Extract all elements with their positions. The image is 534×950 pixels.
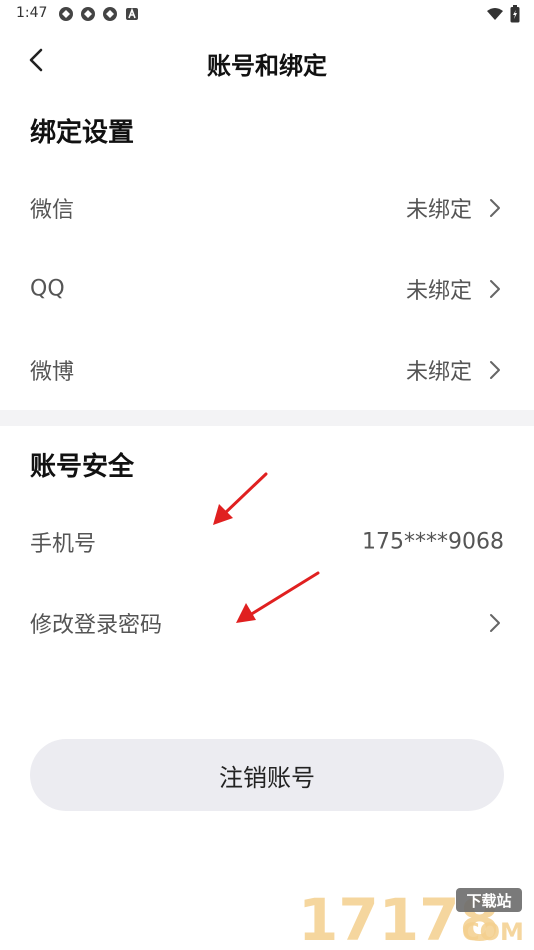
watermark-tag: 下载站	[466, 892, 511, 910]
wifi-icon	[487, 8, 503, 20]
binding-row-weibo[interactable]: 微博 未绑定	[0, 330, 534, 410]
watermark-logo: 17178 下载站 COM	[298, 886, 524, 946]
watermark-suffix: COM	[462, 918, 524, 946]
status-bar: 1:47	[0, 0, 534, 28]
status-time: 1:47	[16, 5, 48, 21]
deactivate-account-button[interactable]: 注销账号	[30, 739, 504, 811]
row-status: 未绑定	[405, 198, 472, 223]
change-password-row[interactable]: 修改登录密码	[0, 583, 534, 663]
phone-number: 175****9068	[362, 529, 504, 555]
status-icons-left	[58, 6, 140, 22]
battery-icon	[510, 5, 520, 23]
row-label: 微博	[30, 360, 75, 385]
header: 账号和绑定	[0, 36, 534, 84]
chevron-right-icon	[490, 614, 500, 632]
sync-icon	[59, 7, 73, 21]
page-title: 账号和绑定	[207, 52, 327, 80]
sync-icon	[103, 7, 117, 21]
binding-row-wechat[interactable]: 微信 未绑定	[0, 168, 534, 248]
row-label: QQ	[30, 276, 65, 302]
security-section-title: 账号安全	[30, 452, 135, 482]
binding-section-title: 绑定设置	[30, 118, 135, 148]
chevron-right-icon	[490, 280, 500, 298]
chevron-right-icon	[490, 199, 500, 217]
section-divider	[0, 410, 534, 426]
a-badge-icon	[126, 7, 138, 20]
row-label: 微信	[30, 198, 75, 223]
status-icons-right	[486, 5, 520, 23]
row-status: 未绑定	[405, 279, 472, 304]
row-label: 手机号	[30, 532, 97, 557]
sync-icon	[81, 7, 95, 21]
account-binding-screen: 1:47 账号和绑定 绑定设置 微信 未绑定 QQ 未绑定 微博 未绑定 账号安…	[0, 0, 534, 950]
row-label: 修改登录密码	[30, 613, 163, 638]
binding-row-qq[interactable]: QQ 未绑定	[0, 249, 534, 329]
chevron-right-icon	[490, 361, 500, 379]
row-status: 未绑定	[405, 360, 472, 385]
phone-row[interactable]: 手机号 175****9068	[0, 502, 534, 582]
